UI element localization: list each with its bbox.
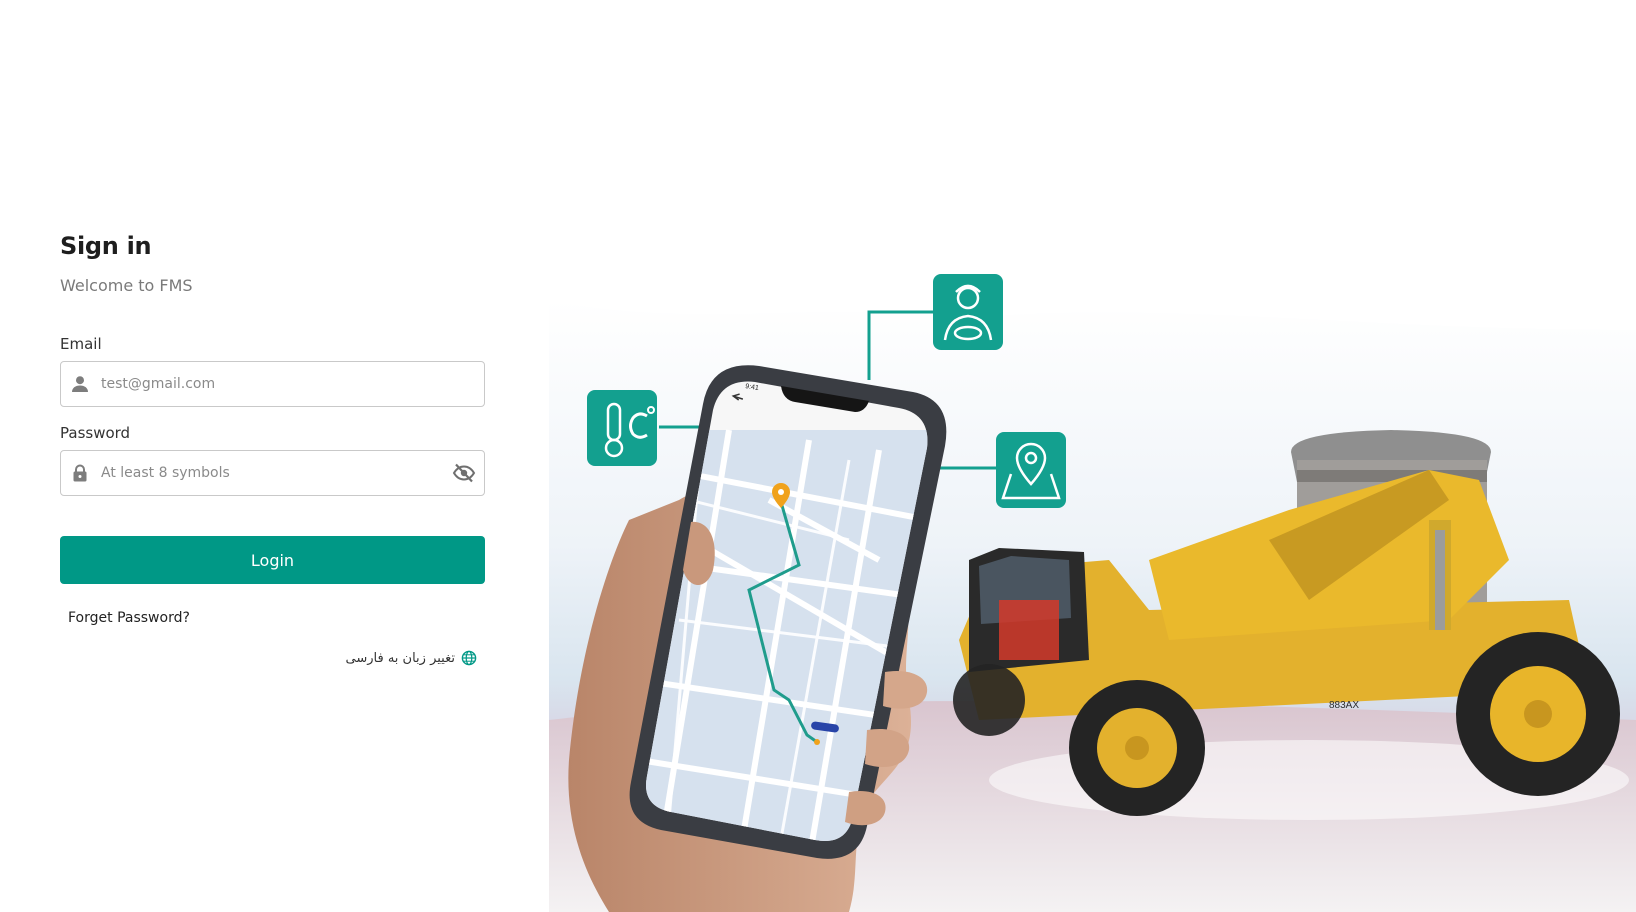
email-label: Email	[60, 335, 102, 353]
email-input[interactable]	[90, 361, 484, 407]
welcome-subtitle: Welcome to FMS	[60, 276, 193, 295]
map-location-icon	[996, 432, 1066, 508]
sign-in-form: Sign in Welcome to FMS Email Password Lo…	[60, 226, 485, 666]
lock-icon	[70, 463, 90, 483]
eye-off-icon[interactable]	[452, 461, 476, 485]
login-button[interactable]: Login	[60, 536, 485, 584]
globe-icon	[461, 650, 477, 666]
change-language-link[interactable]: تغییر زبان به فارسی	[60, 650, 485, 666]
user-icon	[70, 374, 90, 394]
truck-label: 883AX	[1329, 700, 1359, 711]
page-title: Sign in	[60, 232, 152, 260]
driver-icon	[933, 274, 1003, 350]
hero-illustration: 883AX 9:41	[549, 0, 1636, 912]
password-field-wrapper	[60, 450, 485, 496]
password-input[interactable]	[90, 450, 452, 496]
password-label: Password	[60, 424, 131, 442]
thermometer-celsius-icon	[587, 390, 657, 466]
email-field-wrapper	[60, 361, 485, 407]
forget-password-link[interactable]: Forget Password?	[60, 610, 190, 626]
change-language-label: تغییر زبان به فارسی	[345, 650, 455, 666]
hero-artwork: 883AX 9:41	[549, 274, 1636, 912]
